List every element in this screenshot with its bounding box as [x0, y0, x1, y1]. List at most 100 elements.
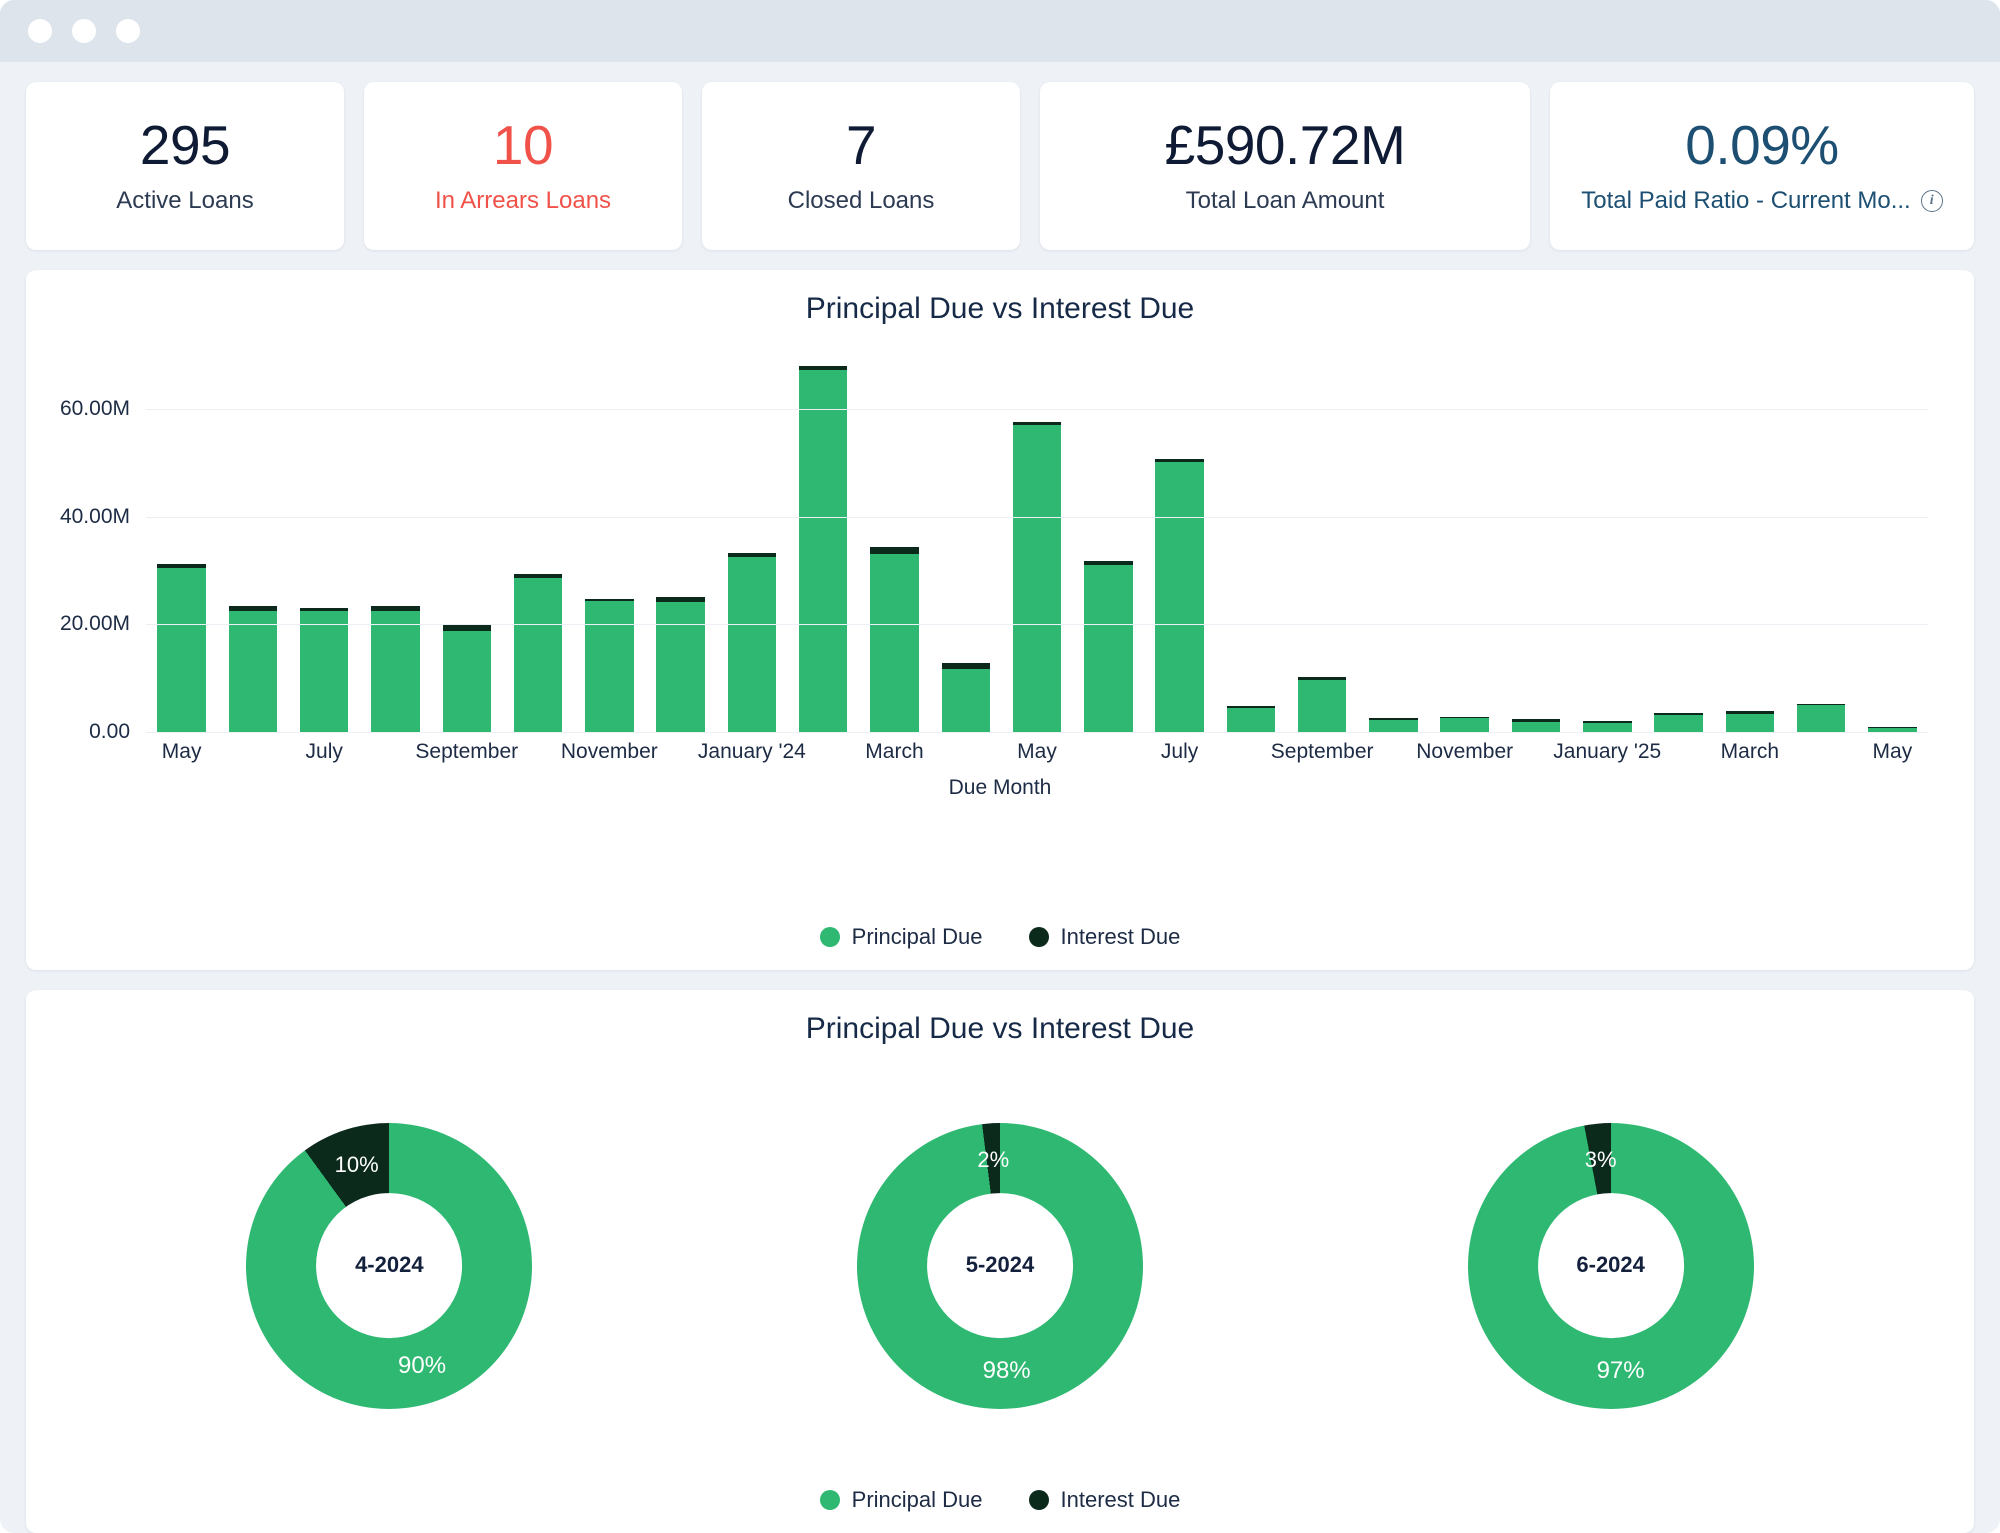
- bar-slot: [1500, 350, 1571, 732]
- window-titlebar: [0, 0, 2000, 62]
- stacked-bar[interactable]: [1440, 716, 1489, 732]
- bar-segment-principal-due: [157, 568, 206, 732]
- donut-chart-5-2024[interactable]: 5-2024 98% 2%: [856, 1122, 1143, 1409]
- x-axis-slot: November: [561, 732, 658, 772]
- donut-slice-label: 3%: [1584, 1147, 1617, 1173]
- donut-hole: 6-2024: [1537, 1192, 1684, 1339]
- x-axis-tick-label: March: [1720, 740, 1780, 763]
- kpi-label: Total Paid Ratio - Current Mo...: [1581, 186, 1911, 214]
- stacked-bar[interactable]: [1155, 459, 1204, 732]
- legend-dot-icon: [1028, 1490, 1049, 1510]
- bar-slot: [574, 350, 645, 732]
- donut-group: 4-2024 90% 10% 5-2024 98% 2% 6-2024 97% 3%: [44, 1052, 1956, 1471]
- stacked-bar[interactable]: [941, 662, 990, 732]
- donut-chart-title: Principal Due vs Interest Due: [805, 1012, 1195, 1045]
- kpi-label: Closed Loans: [787, 186, 935, 214]
- bar-slot: [431, 350, 502, 732]
- bar-segment-principal-due: [798, 370, 848, 732]
- bar-chart-legend-item[interactable]: Principal Due: [819, 924, 983, 950]
- y-axis-tick-label: 60.00M: [59, 397, 130, 421]
- bar-slot: [217, 350, 288, 732]
- stacked-bar[interactable]: [798, 365, 848, 732]
- bar-series-group: [146, 350, 1928, 732]
- window-close-dot-icon[interactable]: [28, 19, 52, 43]
- stacked-bar[interactable]: [1654, 713, 1703, 732]
- stacked-bar[interactable]: [1084, 561, 1133, 732]
- kpi-value: 295: [139, 113, 231, 176]
- window-maximize-dot-icon[interactable]: [116, 19, 140, 43]
- bar-slot: [1001, 350, 1072, 732]
- stacked-bar[interactable]: [727, 553, 777, 732]
- legend-label: Principal Due: [851, 924, 983, 949]
- donut-hole: 4-2024: [316, 1192, 463, 1339]
- bar-segment-principal-due: [513, 578, 563, 732]
- x-axis-title: Due Month: [948, 776, 1052, 799]
- stacked-bar[interactable]: [1369, 718, 1418, 732]
- kpi-label-row: Total Loan Amount: [1186, 187, 1385, 215]
- bar-segment-principal-due: [1725, 714, 1775, 732]
- donut-center-label: 6-2024: [1576, 1252, 1645, 1278]
- bar-segment-principal-due: [656, 602, 705, 732]
- stacked-bar[interactable]: [157, 563, 206, 732]
- bar-chart-panel: Principal Due vs Interest Due 0.00 20.00M…: [26, 270, 1974, 970]
- stacked-bar[interactable]: [299, 607, 349, 732]
- bar-slot: [289, 350, 360, 732]
- bar-slot: [1714, 350, 1785, 732]
- kpi-label: Active Loans: [116, 186, 254, 214]
- stacked-bar[interactable]: [1583, 720, 1632, 732]
- kpi-card-active-loans[interactable]: 295 Active Loans: [26, 82, 344, 250]
- bar-slot: [716, 350, 787, 732]
- y-gridline: [146, 624, 1928, 626]
- donut-chart-4-2024[interactable]: 4-2024 90% 10%: [246, 1122, 533, 1409]
- kpi-card-total-paid-ratio-current-mo[interactable]: 0.09% Total Paid Ratio - Current Mo... i: [1550, 82, 1974, 250]
- x-axis-slot: [217, 732, 288, 772]
- kpi-value: 0.09%: [1685, 113, 1839, 176]
- stacked-bar[interactable]: [656, 596, 705, 732]
- bar-segment-principal-due: [585, 601, 634, 732]
- donut-slice-label: 98%: [982, 1357, 1031, 1385]
- kpi-card-in-arrears-loans[interactable]: 10 In Arrears Loans: [364, 82, 682, 250]
- stacked-bar[interactable]: [870, 547, 919, 732]
- bar-segment-principal-due: [442, 631, 491, 732]
- bar-chart-legend: Principal Due Interest Due: [44, 924, 1956, 960]
- x-axis-slot: January '24: [698, 732, 806, 772]
- legend-label: Interest Due: [1060, 1487, 1181, 1512]
- bar-slot: [502, 350, 573, 732]
- y-axis-tick-label: 20.00M: [59, 612, 130, 636]
- bar-chart-legend-item[interactable]: Interest Due: [1028, 924, 1180, 950]
- stacked-bar[interactable]: [1226, 706, 1276, 732]
- x-axis-slot: May: [1857, 732, 1928, 772]
- info-circle-icon[interactable]: i: [1920, 189, 1943, 212]
- x-axis-tick-label: March: [865, 740, 924, 763]
- x-axis-slot: May: [146, 732, 217, 772]
- kpi-value: 7: [845, 113, 877, 176]
- kpi-card-total-loan-amount[interactable]: £590.72M Total Loan Amount: [1040, 82, 1530, 250]
- stacked-bar[interactable]: [585, 598, 634, 732]
- kpi-card-closed-loans[interactable]: 7 Closed Loans: [702, 82, 1020, 250]
- stacked-bar[interactable]: [442, 624, 491, 732]
- donut-slice-label: 97%: [1596, 1356, 1645, 1384]
- donut-center-label: 4-2024: [355, 1252, 424, 1278]
- x-axis-tick-label: November: [1416, 740, 1514, 763]
- donut-chart-6-2024[interactable]: 6-2024 97% 3%: [1467, 1122, 1754, 1409]
- stacked-bar[interactable]: [1297, 677, 1347, 732]
- bar-slot: [1643, 350, 1714, 732]
- stacked-bar[interactable]: [513, 574, 563, 732]
- stacked-bar[interactable]: [1796, 704, 1846, 732]
- x-axis-tick-label: July: [305, 740, 343, 763]
- legend-dot-icon: [819, 927, 840, 947]
- donut-chart-legend-item[interactable]: Interest Due: [1028, 1487, 1181, 1513]
- stacked-bar[interactable]: [1725, 711, 1775, 732]
- bar-slot: [1287, 350, 1358, 732]
- window-minimize-dot-icon[interactable]: [72, 19, 96, 43]
- x-axis-tick-label: May: [1872, 740, 1913, 763]
- kpi-label-row: Active Loans: [116, 187, 253, 215]
- donut-chart-legend-item[interactable]: Principal Due: [819, 1487, 983, 1513]
- bar-chart-canvas: 0.00 20.00M 40.00M 60.00M: [60, 350, 1928, 743]
- stacked-bar[interactable]: [1012, 421, 1062, 732]
- bar-segment-principal-due: [1511, 721, 1561, 732]
- dashboard-content: 295 Active Loans 10 In Arrears Loans 7 Closed…: [0, 62, 2000, 1533]
- bar-slot: [645, 350, 716, 732]
- stacked-bar[interactable]: [1511, 719, 1561, 732]
- x-axis-slot: January '25: [1553, 732, 1661, 772]
